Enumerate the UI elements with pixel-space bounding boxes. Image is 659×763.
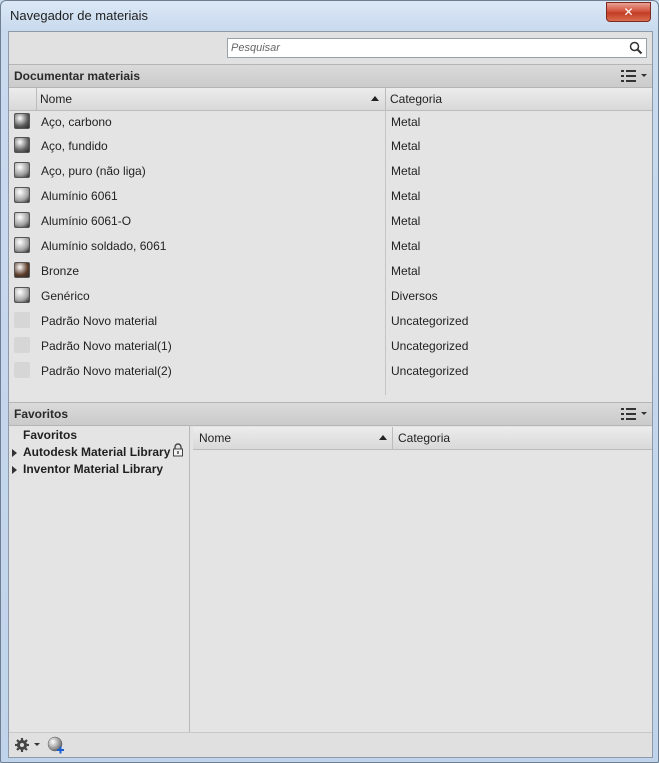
list-item[interactable]: Alumínio soldado, 6061 Metal bbox=[9, 234, 652, 259]
material-category: Diversos bbox=[391, 289, 438, 303]
list-item[interactable]: Padrão Novo material Uncategorized bbox=[9, 309, 652, 334]
browser-panel: Documentar materiais Nome Categoria Aço,… bbox=[8, 31, 653, 758]
material-category: Metal bbox=[391, 139, 421, 153]
favorites-grid-header: Nome Categoria bbox=[193, 427, 652, 450]
expand-arrow-icon[interactable] bbox=[12, 449, 17, 457]
sort-ascending-icon[interactable] bbox=[379, 435, 387, 440]
window-title: Navegador de materiais bbox=[10, 8, 149, 23]
material-name: Aço, carbono bbox=[41, 115, 112, 129]
material-name: Alumínio 6061 bbox=[41, 189, 118, 203]
list-item[interactable]: Padrão Novo material(2) Uncategorized bbox=[9, 359, 652, 384]
list-item[interactable]: Padrão Novo material(1) Uncategorized bbox=[9, 334, 652, 359]
column-separator[interactable] bbox=[392, 427, 393, 449]
material-name: Padrão Novo material(1) bbox=[41, 339, 172, 353]
tree-item-autodesk-library[interactable]: Autodesk Material Library bbox=[23, 445, 170, 459]
material-name: Aço, fundido bbox=[41, 139, 108, 153]
document-materials-title: Documentar materiais bbox=[14, 69, 141, 83]
material-name: Alumínio 6061-O bbox=[41, 214, 132, 228]
list-item[interactable]: Aço, fundido Metal bbox=[9, 134, 652, 159]
material-swatch-icon bbox=[14, 362, 30, 378]
material-category: Metal bbox=[391, 264, 421, 278]
sort-ascending-icon[interactable] bbox=[371, 96, 379, 101]
material-swatch-icon bbox=[14, 162, 30, 178]
material-swatch-icon bbox=[14, 337, 30, 353]
material-name: Bronze bbox=[41, 264, 80, 278]
bottom-toolbar bbox=[9, 732, 652, 757]
title-bar[interactable]: Navegador de materiais ✕ bbox=[1, 1, 658, 31]
material-swatch-icon bbox=[14, 262, 30, 278]
list-view-icon[interactable] bbox=[620, 406, 648, 422]
close-button[interactable]: ✕ bbox=[606, 2, 651, 22]
material-category: Metal bbox=[391, 115, 421, 129]
material-swatch-icon bbox=[14, 237, 30, 253]
material-name: Alumínio soldado, 6061 bbox=[41, 239, 167, 253]
search-bar bbox=[9, 32, 652, 64]
column-separator[interactable] bbox=[385, 88, 386, 110]
material-swatch-icon bbox=[14, 312, 30, 328]
material-swatch-icon bbox=[14, 187, 30, 203]
list-item[interactable]: Genérico Diversos bbox=[9, 284, 652, 309]
favorites-title: Favoritos bbox=[14, 407, 69, 421]
material-browser-window: Navegador de materiais ✕ Documentar mate… bbox=[0, 0, 659, 763]
material-name: Padrão Novo material bbox=[41, 314, 158, 328]
column-header-name[interactable]: Nome bbox=[199, 427, 231, 449]
document-materials-list: Aço, carbono Metal Aço, fundido Metal Aç… bbox=[9, 110, 652, 400]
favorites-header[interactable]: Favoritos bbox=[9, 402, 652, 426]
tree-item-favorites[interactable]: Favoritos bbox=[23, 428, 77, 442]
column-header-category[interactable]: Categoria bbox=[390, 88, 442, 110]
list-item[interactable]: Bronze Metal bbox=[9, 259, 652, 284]
list-item[interactable]: Alumínio 6061 Metal bbox=[9, 184, 652, 209]
material-category: Uncategorized bbox=[391, 314, 469, 328]
material-category: Uncategorized bbox=[391, 339, 469, 353]
material-swatch-icon bbox=[14, 287, 30, 303]
tree-item-inventor-library[interactable]: Inventor Material Library bbox=[23, 462, 163, 476]
column-header-name[interactable]: Nome bbox=[40, 88, 72, 110]
material-category: Metal bbox=[391, 239, 421, 253]
gear-icon[interactable] bbox=[14, 737, 42, 753]
column-header-category[interactable]: Categoria bbox=[398, 427, 450, 449]
material-name: Aço, puro (não liga) bbox=[41, 164, 146, 178]
list-view-icon[interactable] bbox=[620, 68, 648, 84]
list-item[interactable]: Aço, puro (não liga) Metal bbox=[9, 159, 652, 184]
search-icon[interactable] bbox=[629, 41, 643, 55]
column-separator bbox=[36, 88, 37, 110]
search-box[interactable] bbox=[227, 38, 647, 58]
document-grid-header: Nome Categoria bbox=[9, 88, 652, 111]
lock-icon bbox=[173, 443, 183, 457]
material-swatch-icon bbox=[14, 113, 30, 129]
document-materials-header[interactable]: Documentar materiais bbox=[9, 64, 652, 88]
material-swatch-icon bbox=[14, 212, 30, 228]
material-category: Uncategorized bbox=[391, 364, 469, 378]
search-input[interactable] bbox=[231, 40, 621, 56]
list-item[interactable]: Alumínio 6061-O Metal bbox=[9, 209, 652, 234]
material-category: Metal bbox=[391, 189, 421, 203]
material-name: Genérico bbox=[41, 289, 90, 303]
material-category: Metal bbox=[391, 214, 421, 228]
new-material-icon[interactable] bbox=[47, 736, 65, 754]
list-item[interactable]: Aço, carbono Metal bbox=[9, 110, 652, 135]
library-tree: Favoritos Autodesk Material Library Inve… bbox=[9, 426, 190, 732]
material-name: Padrão Novo material(2) bbox=[41, 364, 172, 378]
expand-arrow-icon[interactable] bbox=[12, 466, 17, 474]
material-category: Metal bbox=[391, 164, 421, 178]
material-swatch-icon bbox=[14, 137, 30, 153]
